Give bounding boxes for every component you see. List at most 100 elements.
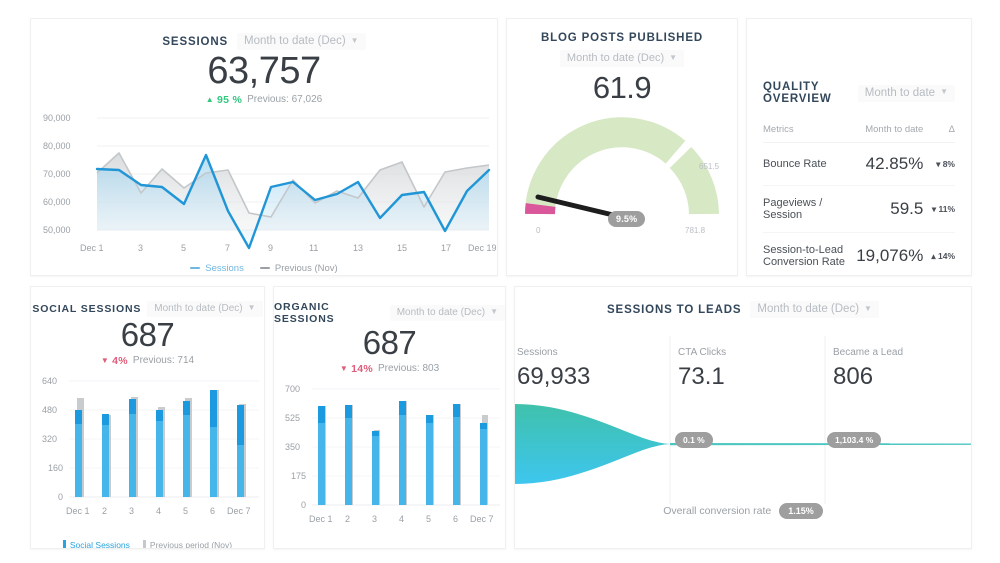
social-x-axis: Dec 1 2 3 4 5 6 Dec 7: [66, 506, 251, 516]
svg-text:6: 6: [453, 514, 458, 524]
social-legend: Social Sessions Previous period (Nov): [31, 539, 264, 549]
svg-text:806: 806: [833, 363, 873, 390]
svg-text:175: 175: [291, 471, 306, 481]
organic-date-picker[interactable]: Month to date (Dec) ▼: [389, 305, 505, 321]
svg-text:3: 3: [138, 243, 143, 253]
svg-text:640: 640: [42, 376, 57, 386]
organic-previous: Previous: 803: [377, 363, 440, 375]
sessions-to-leads-card: SESSIONS TO LEADS Month to date (Dec) ▼: [514, 286, 972, 549]
quality-overview-header: QUALITY OVERVIEW Month to date ▼: [763, 81, 955, 105]
funnel-title: SESSIONS TO LEADS: [607, 303, 742, 316]
funnel-header: SESSIONS TO LEADS Month to date (Dec) ▼: [515, 287, 971, 318]
organic-sessions-value: 687: [362, 324, 417, 361]
chevron-down-icon: ▼: [350, 35, 359, 45]
svg-text:320: 320: [42, 434, 57, 444]
svg-text:17: 17: [441, 243, 451, 253]
svg-text:4: 4: [399, 514, 404, 524]
blog-posts-date-picker-label: Month to date (Dec): [566, 52, 665, 64]
svg-text:CTA Clicks: CTA Clicks: [678, 347, 726, 358]
quality-overview-table: Metrics Month to date Δ Bounce Rate 42.8…: [763, 119, 955, 276]
gauge-value-badge: 9.5%: [608, 210, 646, 227]
quality-col-delta: Δ: [923, 119, 955, 143]
social-date-picker[interactable]: Month to date (Dec) ▼: [147, 301, 263, 317]
table-row[interactable]: Session-to-Lead Conversion Rate 19,076% …: [763, 233, 955, 276]
blog-posts-date-picker[interactable]: Month to date (Dec) ▼: [559, 50, 685, 67]
quality-metric-delta-label: 14%: [937, 250, 955, 261]
legend-label-organic: Organic Sessions: [309, 548, 376, 549]
svg-text:5: 5: [181, 243, 186, 253]
quality-metric-value: 42.85%: [856, 142, 924, 186]
organic-date-picker-label: Month to date (Dec): [396, 307, 486, 318]
funnel-overall-value: 1.15%: [779, 503, 823, 519]
organic-bars-current: [318, 400, 487, 505]
svg-text:160: 160: [48, 463, 63, 473]
blog-posts-title: BLOG POSTS PUBLISHED: [540, 32, 704, 44]
gauge-tick-upper: 651.5: [699, 162, 720, 171]
chevron-down-icon: ▼: [490, 307, 498, 316]
quality-metric-name: Bounce Rate: [763, 142, 857, 186]
funnel-chart: Sessions 69,933 CTA Clicks 73.1 Became a…: [515, 326, 971, 531]
organic-x-axis: Dec 1 2 3 4 5 6 Dec 7: [309, 514, 494, 524]
svg-text:50,000: 50,000: [43, 225, 71, 235]
svg-text:13: 13: [353, 243, 363, 253]
sessions-header: SESSIONS Month to date (Dec) ▼: [31, 19, 497, 50]
quality-metric-value: 19,076%: [856, 246, 924, 265]
sessions-delta-row: ▲ 95 % Previous: 67,026: [31, 94, 497, 106]
legend-label-organic-previous: Previous period (Nov): [395, 548, 477, 549]
svg-text:700: 700: [285, 384, 300, 394]
organic-delta-row: ▼ 14% Previous: 803: [274, 363, 505, 375]
svg-text:Dec 7: Dec 7: [470, 514, 494, 524]
svg-text:60,000: 60,000: [43, 197, 71, 207]
legend-label-sessions: Sessions: [205, 262, 244, 274]
svg-text:6: 6: [210, 506, 215, 516]
gauge-tick-min: 0: [536, 226, 541, 235]
social-previous: Previous: 714: [132, 355, 195, 367]
table-row[interactable]: Bounce Rate 42.85% ▾ 8%: [763, 142, 955, 186]
funnel-tail: [670, 443, 971, 446]
svg-text:11: 11: [309, 243, 318, 253]
table-row[interactable]: Pageviews / Session 59.5 ▾ 11%: [763, 185, 955, 233]
social-delta-row: ▼ 4% Previous: 714: [31, 355, 264, 367]
funnel-stage-became-lead: Became a Lead 806: [833, 347, 903, 390]
organic-delta-label: 14%: [351, 362, 373, 375]
organic-sessions-card: ORGANIC SESSIONS Month to date (Dec) ▼ 6…: [273, 286, 506, 549]
blog-posts-gauge: 651.5 781.8 0 9.5%: [507, 114, 737, 244]
organic-delta: ▼ 14%: [340, 363, 373, 375]
svg-text:70,000: 70,000: [43, 169, 71, 179]
organic-sessions-title: ORGANIC SESSIONS: [274, 301, 335, 325]
svg-text:2: 2: [345, 514, 350, 524]
dashboard-row-top: SESSIONS Month to date (Dec) ▼ 63,757 ▲ …: [30, 18, 972, 276]
quality-metric-delta-label: 8%: [942, 158, 955, 169]
quality-col-metrics: Metrics: [763, 119, 857, 143]
sessions-date-picker[interactable]: Month to date (Dec) ▼: [237, 33, 366, 50]
sessions-delta: ▲ 95 %: [206, 94, 242, 106]
svg-text:3: 3: [372, 514, 377, 524]
social-delta-label: 4%: [112, 354, 128, 367]
quality-date-picker[interactable]: Month to date ▼: [857, 84, 955, 102]
svg-text:73.1: 73.1: [678, 363, 725, 390]
svg-text:9: 9: [268, 243, 273, 253]
legend-swatch-icon: [190, 267, 201, 270]
organic-sessions-header: ORGANIC SESSIONS Month to date (Dec) ▼: [274, 287, 505, 325]
social-delta: ▼ 4%: [101, 355, 128, 367]
funnel-overall-conversion: Overall conversion rate 1.15%: [515, 503, 971, 519]
sessions-y-axis: 90,000 80,000 70,000 60,000 50,000: [43, 113, 71, 235]
legend-item-organic-sessions: Organic Sessions: [302, 548, 376, 549]
legend-label-social-previous: Previous period (Nov): [149, 539, 233, 549]
chevron-down-icon: ▼: [247, 303, 256, 312]
quality-metric-name: Session-to-Lead Conversion Rate: [763, 244, 845, 268]
svg-text:3: 3: [129, 506, 134, 516]
quality-table-header-row: Metrics Month to date Δ: [763, 119, 955, 143]
blog-posts-card: BLOG POSTS PUBLISHED Month to date (Dec)…: [506, 18, 738, 276]
svg-text:7: 7: [225, 243, 230, 253]
funnel-date-picker[interactable]: Month to date (Dec) ▼: [750, 301, 879, 318]
sessions-date-picker-label: Month to date (Dec): [244, 35, 346, 47]
svg-text:Dec 1: Dec 1: [80, 243, 104, 253]
quality-metric-name: Pageviews / Session: [763, 185, 857, 233]
blog-posts-value: 61.9: [592, 70, 652, 105]
sessions-value: 63,757: [207, 50, 321, 92]
chevron-down-icon: ▼: [669, 52, 678, 62]
svg-text:69,933: 69,933: [517, 363, 590, 390]
organic-sessions-bar-chart: 700 525 350 175 0 Dec 1 2 3 4 5 6 Dec 7: [285, 384, 500, 524]
svg-text:2: 2: [102, 506, 107, 516]
